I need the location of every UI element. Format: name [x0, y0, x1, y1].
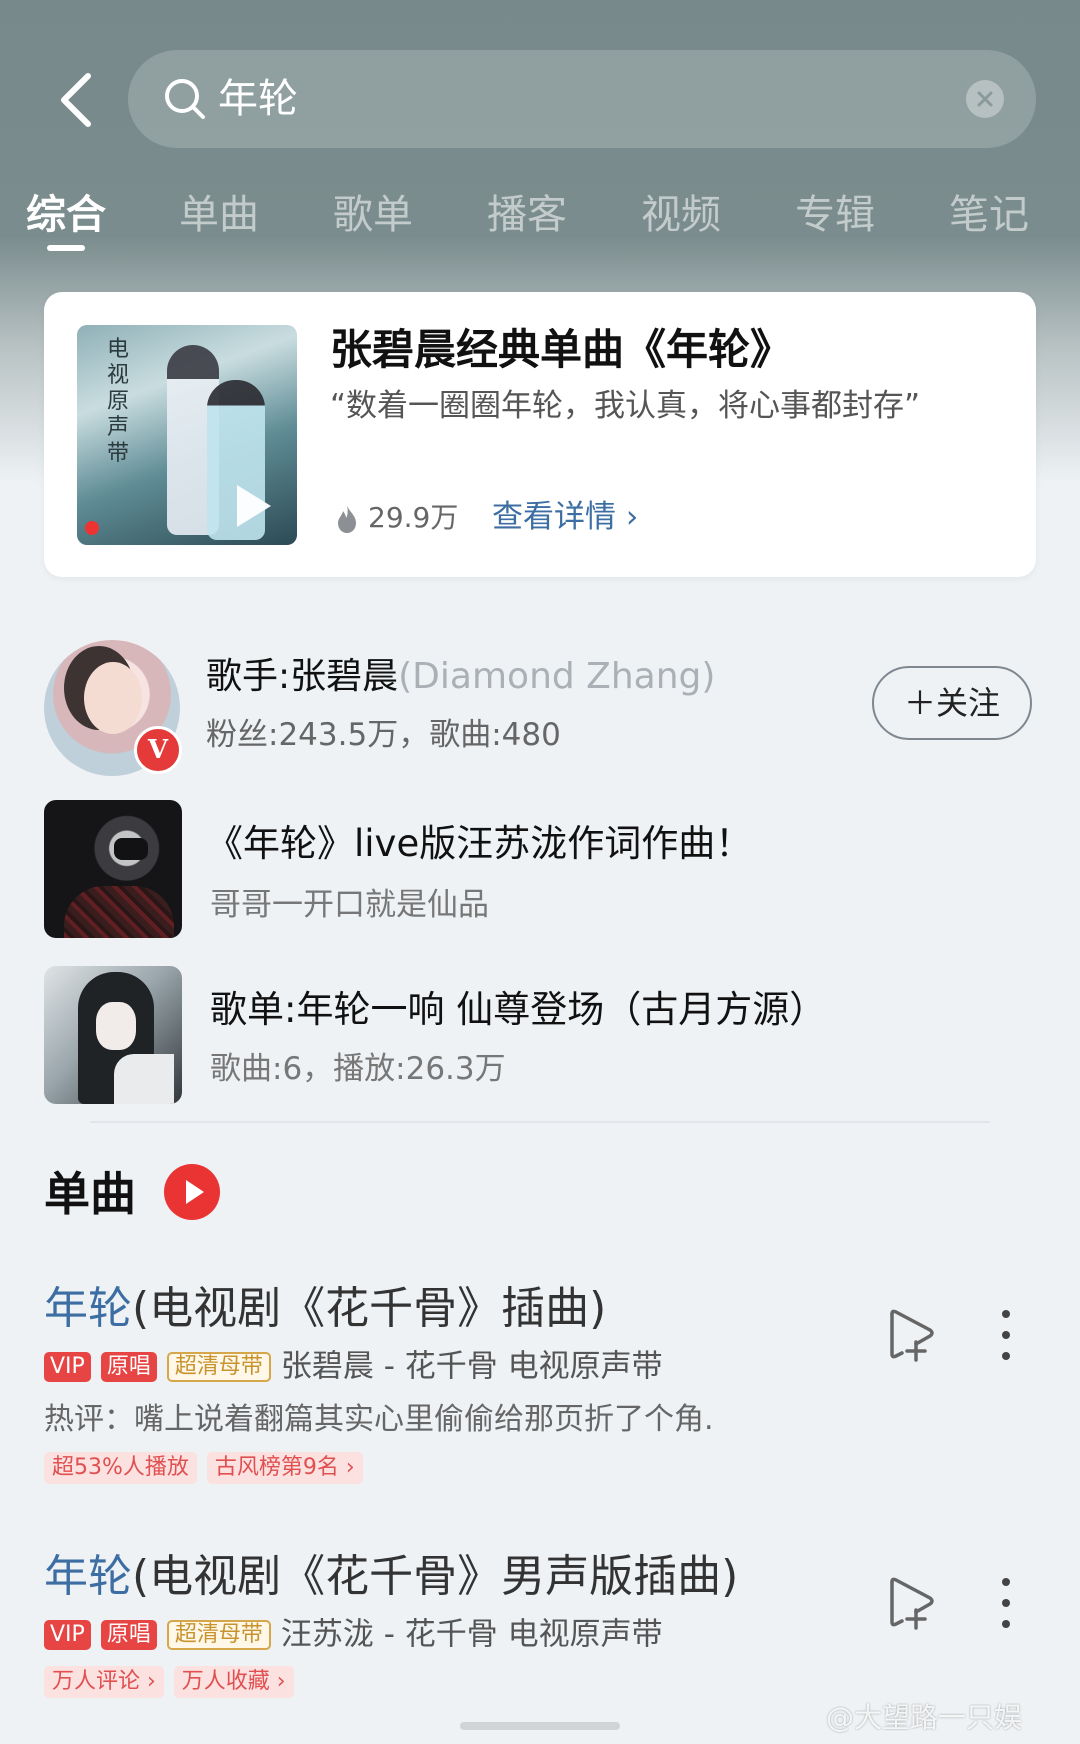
- song-title[interactable]: 年轮(电视剧《花千骨》男声版插曲): [44, 1546, 738, 1608]
- divider: [90, 1121, 990, 1123]
- comments-tag[interactable]: 万人评论 ›: [44, 1666, 164, 1698]
- verified-badge: V: [134, 726, 182, 774]
- song-title-rest: (电视剧《花千骨》男声版插曲): [132, 1551, 739, 1602]
- related-item-title[interactable]: 《年轮》live版汪苏泷作词作曲！: [206, 816, 752, 872]
- song-title-match: 年轮: [44, 1551, 132, 1602]
- artist-name-en: (Diamond Zhang): [398, 656, 716, 697]
- label-logo-icon: [85, 521, 99, 535]
- vip-badge: VIP: [44, 1351, 91, 1382]
- artist-name-cn: 歌手:张碧晨: [206, 656, 399, 697]
- search-input[interactable]: 年轮: [218, 70, 298, 128]
- watermark-text: @大望路一只娱: [826, 1701, 1023, 1734]
- song-artist-album[interactable]: 张碧晨 - 花千骨 电视原声带: [281, 1349, 663, 1385]
- hot-comment: 热评：嘴上说着翻篇其实心里偷偷给那页折了个角.: [44, 1402, 714, 1437]
- sunglasses-shape: [114, 838, 148, 860]
- plus-icon: ＋: [903, 684, 936, 722]
- original-badge: 原唱: [100, 1619, 157, 1650]
- song-title-match: 年轮: [44, 1283, 132, 1334]
- view-details-link[interactable]: 查看详情 ›: [492, 496, 638, 538]
- chart-rank-tag[interactable]: 古风榜第9名 ›: [206, 1452, 363, 1484]
- tab-videos[interactable]: 视频: [621, 185, 741, 245]
- playlist-thumbnail[interactable]: [44, 966, 182, 1104]
- artist-stats: 粉丝:243.5万，歌曲:480: [206, 717, 561, 753]
- video-thumbnail[interactable]: [44, 800, 182, 938]
- character-face: [96, 1002, 136, 1050]
- favorites-tag[interactable]: 万人收藏 ›: [173, 1666, 294, 1698]
- home-indicator[interactable]: [460, 1722, 620, 1730]
- chevron-right-icon: ›: [616, 499, 639, 535]
- song-meta: VIP 原唱 超清母带 张碧晨 - 花千骨 电视原声带: [44, 1342, 663, 1390]
- search-icon: [165, 79, 205, 119]
- add-to-playlist-icon[interactable]: [886, 1576, 936, 1630]
- search-box[interactable]: 年轮: [128, 50, 1036, 148]
- fire-icon: [338, 505, 356, 533]
- play-icon[interactable]: [237, 485, 271, 527]
- vip-badge: VIP: [44, 1619, 91, 1650]
- follow-button[interactable]: ＋关注: [872, 666, 1032, 740]
- song-title-rest: (电视剧《花千骨》插曲): [132, 1283, 607, 1334]
- tab-playlists[interactable]: 歌单: [313, 185, 433, 245]
- featured-song-card[interactable]: 电视原声带 张碧晨经典单曲《年轮》 “数着一圈圈年轮，我认真，将心事都封存” 2…: [44, 292, 1036, 577]
- song-artist-album[interactable]: 汪苏泷 - 花千骨 电视原声带: [281, 1617, 663, 1653]
- featured-cover-image[interactable]: 电视原声带: [77, 325, 297, 545]
- jacket-shape: [64, 886, 174, 938]
- featured-quote: “数着一圈圈年轮，我认真，将心事都封存”: [330, 388, 921, 424]
- song-tags: 超53%人播放 古风榜第9名 ›: [44, 1452, 373, 1484]
- related-item-title[interactable]: 歌单:年轮一响 仙尊登场（古月方源）: [210, 982, 826, 1038]
- original-badge: 原唱: [100, 1351, 157, 1382]
- tab-albums[interactable]: 专辑: [775, 185, 895, 245]
- more-options-icon[interactable]: [996, 1310, 1016, 1360]
- song-tags: 万人评论 › 万人收藏 ›: [44, 1666, 304, 1698]
- back-button[interactable]: [46, 62, 106, 138]
- tab-notes[interactable]: 笔记: [929, 185, 1049, 245]
- play-all-button[interactable]: [164, 1164, 220, 1220]
- character-robe: [114, 1054, 174, 1104]
- follow-label: 关注: [936, 684, 1001, 722]
- related-item-subtitle: 歌曲:6，播放:26.3万: [210, 1051, 506, 1087]
- avatar-face: [84, 662, 142, 734]
- add-to-playlist-icon[interactable]: [886, 1308, 936, 1362]
- search-tabs: 综合 单曲 歌单 播客 视频 专辑 笔记: [0, 185, 1080, 255]
- master-quality-badge: 超清母带: [166, 1351, 271, 1382]
- song-meta: VIP 原唱 超清母带 汪苏泷 - 花千骨 电视原声带: [44, 1610, 663, 1658]
- related-item-subtitle: 哥哥一开口就是仙品: [210, 887, 489, 923]
- singles-section-title: 单曲: [44, 1167, 136, 1221]
- song-title[interactable]: 年轮(电视剧《花千骨》插曲): [44, 1278, 606, 1340]
- tab-active-indicator: [47, 245, 85, 251]
- artist-name[interactable]: 歌手:张碧晨(Diamond Zhang): [206, 650, 715, 704]
- cover-vertical-text: 电视原声带: [107, 337, 130, 466]
- featured-title: 张碧晨经典单曲《年轮》: [330, 325, 793, 374]
- chevron-left-icon: [61, 73, 91, 127]
- view-details-label: 查看详情: [492, 499, 616, 535]
- close-icon: [977, 91, 993, 107]
- clear-search-button[interactable]: [966, 80, 1004, 118]
- tab-singles[interactable]: 单曲: [159, 185, 279, 245]
- more-options-icon[interactable]: [996, 1578, 1016, 1628]
- tab-podcasts[interactable]: 播客: [467, 185, 587, 245]
- heat-count: 29.9万: [368, 501, 459, 534]
- play-rate-tag: 超53%人播放: [44, 1452, 197, 1484]
- master-quality-badge: 超清母带: [166, 1619, 271, 1650]
- tab-comprehensive[interactable]: 综合: [6, 185, 126, 245]
